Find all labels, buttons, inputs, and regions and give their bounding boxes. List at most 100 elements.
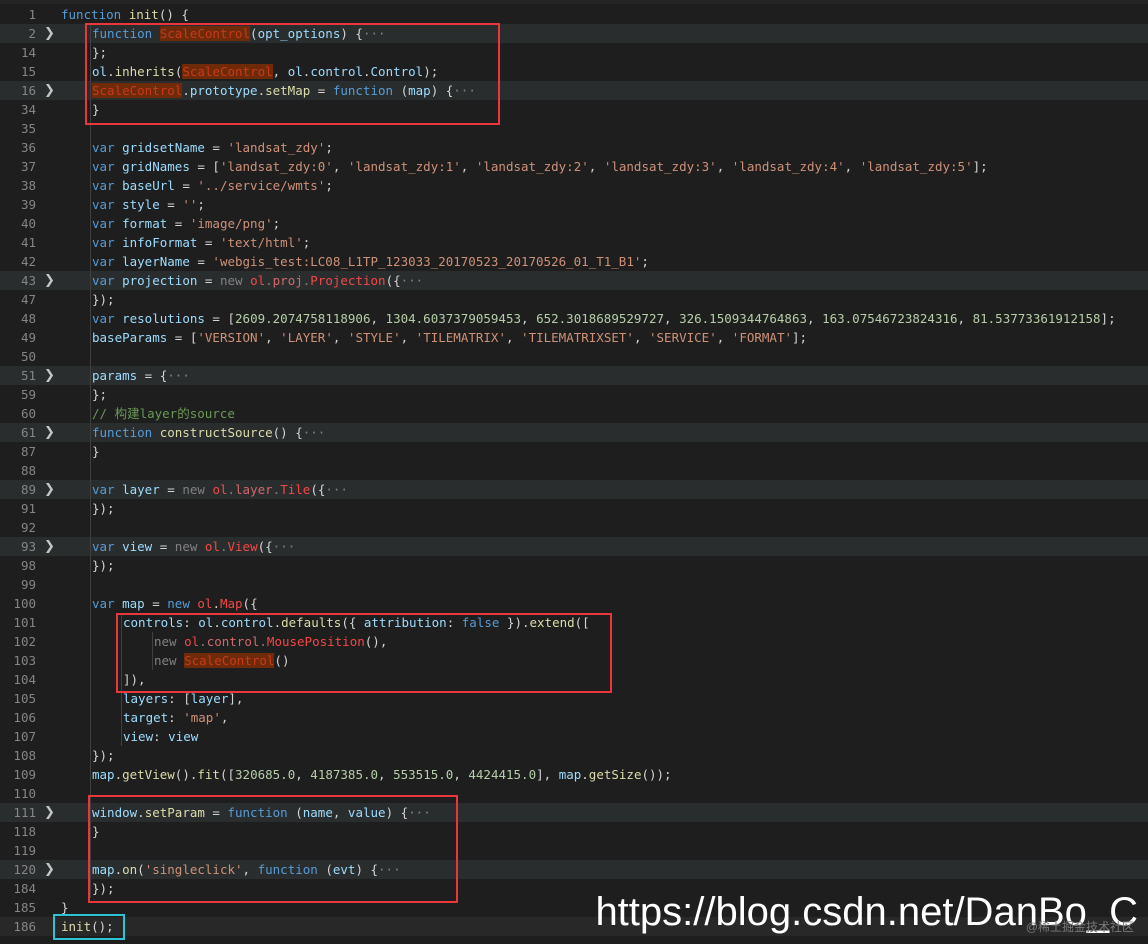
code-token: // 构建layer的source: [92, 406, 235, 421]
code-token: format: [122, 216, 168, 231]
code-text: view: view: [123, 727, 198, 746]
line-number: 92: [20, 520, 36, 535]
code-line[interactable]: 93 ❯ var view = new ol.View({···: [0, 537, 1148, 556]
code-token: ,: [716, 330, 732, 345]
code-line[interactable]: 100 var map = new ol.Map({: [0, 594, 1148, 613]
code-text: });: [92, 499, 115, 518]
fold-chevron-icon[interactable]: ❯: [44, 366, 58, 385]
code-token: :: [168, 710, 184, 725]
code-token: 'landsat_zdy:5': [859, 159, 973, 174]
fold-chevron-icon[interactable]: ❯: [44, 860, 58, 879]
code-token: 320685.0: [235, 767, 296, 782]
code-token: view: [123, 729, 154, 744]
line-number: 109: [13, 767, 36, 782]
code-token: ol: [250, 273, 266, 288]
line-number: 108: [13, 748, 36, 763]
code-line[interactable]: 39 var style = '';: [0, 195, 1148, 214]
code-token: ({: [257, 539, 273, 554]
code-line[interactable]: 51 ❯ params = {···: [0, 366, 1148, 385]
line-number: 34: [20, 102, 36, 117]
code-line[interactable]: 108});: [0, 746, 1148, 765]
code-text: target: 'map',: [123, 708, 228, 727]
code-token: .: [227, 482, 236, 497]
code-token: var: [92, 235, 123, 250]
code-line[interactable]: 36 var gridsetName = 'landsat_zdy';: [0, 138, 1148, 157]
code-token: =: [167, 216, 190, 231]
code-text: map.getView().fit([320685.0, 4187385.0, …: [92, 765, 672, 784]
code-line[interactable]: 98});: [0, 556, 1148, 575]
line-number: 105: [13, 691, 36, 706]
code-token: function: [92, 425, 160, 440]
code-token: =: [204, 140, 228, 155]
code-line[interactable]: 42 var layerName = 'webgis_test:LC08_L1TP…: [0, 252, 1148, 271]
code-line[interactable]: 49 baseParams = ['VERSION', 'LAYER', 'STY…: [0, 328, 1148, 347]
code-line[interactable]: 60 // 构建layer的source: [0, 404, 1148, 423]
line-number: 118: [13, 824, 36, 839]
code-line[interactable]: 92: [0, 518, 1148, 537]
code-token: 'SERVICE': [649, 330, 717, 345]
code-token: 553515.0: [393, 767, 454, 782]
code-line[interactable]: 1 function init() {: [0, 5, 1148, 24]
code-token: ···: [400, 273, 424, 288]
code-line[interactable]: 47});: [0, 290, 1148, 309]
fold-chevron-icon[interactable]: ❯: [44, 537, 58, 556]
code-token: ,: [521, 311, 537, 326]
fold-chevron-icon[interactable]: ❯: [44, 81, 58, 100]
code-token: var: [92, 311, 123, 326]
fold-chevron-icon[interactable]: ❯: [44, 803, 58, 822]
code-line[interactable]: 106 target: 'map',: [0, 708, 1148, 727]
code-line[interactable]: 43 ❯ var projection = new ol.proj.Projecti…: [0, 271, 1148, 290]
code-token: ;: [641, 254, 649, 269]
code-token: var: [92, 197, 123, 212]
code-token: map: [558, 767, 582, 782]
code-line[interactable]: 41 var infoFormat = 'text/html';: [0, 233, 1148, 252]
code-line[interactable]: 38 var baseUrl = '../service/wmts';: [0, 176, 1148, 195]
line-number: 111: [13, 805, 36, 820]
line-number: 100: [13, 596, 36, 611]
code-text: var gridNames = ['landsat_zdy:0', 'lands…: [92, 157, 988, 176]
code-token: 'landsat_zdy:0': [219, 159, 333, 174]
code-token: view: [122, 539, 153, 554]
line-number: 107: [13, 729, 36, 744]
code-token: };: [92, 387, 108, 402]
code-token: }: [92, 444, 100, 459]
code-token: :: [153, 729, 169, 744]
line-number: 40: [20, 216, 36, 231]
code-line[interactable]: 37 var gridNames = ['landsat_zdy:0', 'lan…: [0, 157, 1148, 176]
fold-chevron-icon[interactable]: ❯: [44, 271, 58, 290]
code-token: projection: [122, 273, 198, 288]
code-line[interactable]: 40 var format = 'image/png';: [0, 214, 1148, 233]
code-line[interactable]: 89 ❯ var layer = new ol.layer.Tile({···: [0, 480, 1148, 499]
fold-chevron-icon[interactable]: ❯: [44, 24, 58, 43]
code-token: 'landsat_zdy': [227, 140, 326, 155]
code-token: var: [92, 539, 123, 554]
code-token: =: [144, 596, 168, 611]
code-line[interactable]: 48 var resolutions = [2609.2074758118906,…: [0, 309, 1148, 328]
fold-chevron-icon[interactable]: ❯: [44, 423, 58, 442]
code-line[interactable]: 91});: [0, 499, 1148, 518]
code-token: = [: [189, 159, 220, 174]
code-text: }: [92, 442, 100, 461]
code-token: ,: [588, 159, 604, 174]
code-text: function init() {: [61, 5, 189, 24]
code-line[interactable]: 99: [0, 575, 1148, 594]
highlight-box-init-call: [53, 914, 125, 940]
code-line[interactable]: 87}: [0, 442, 1148, 461]
code-text: function constructSource() {···: [92, 423, 325, 442]
code-line[interactable]: 50: [0, 347, 1148, 366]
code-token: 'landsat_zdy:2': [475, 159, 589, 174]
code-token: 'FORMAT': [731, 330, 793, 345]
code-token: 'STYLE': [347, 330, 401, 345]
code-line[interactable]: 88: [0, 461, 1148, 480]
code-line[interactable]: 109 map.getView().fit([320685.0, 4187385.…: [0, 765, 1148, 784]
code-token: 'landsat_zdy:4': [731, 159, 845, 174]
fold-chevron-icon[interactable]: ❯: [44, 480, 58, 499]
code-token: = [: [204, 311, 236, 326]
code-token: ,: [220, 710, 229, 725]
code-token: 81.53773361912158: [972, 311, 1101, 326]
line-number: 2: [28, 26, 36, 41]
code-token: Projection: [310, 273, 386, 288]
code-line[interactable]: 61 ❯ function constructSource() {···: [0, 423, 1148, 442]
code-line[interactable]: 59};: [0, 385, 1148, 404]
code-line[interactable]: 107 view: view: [0, 727, 1148, 746]
